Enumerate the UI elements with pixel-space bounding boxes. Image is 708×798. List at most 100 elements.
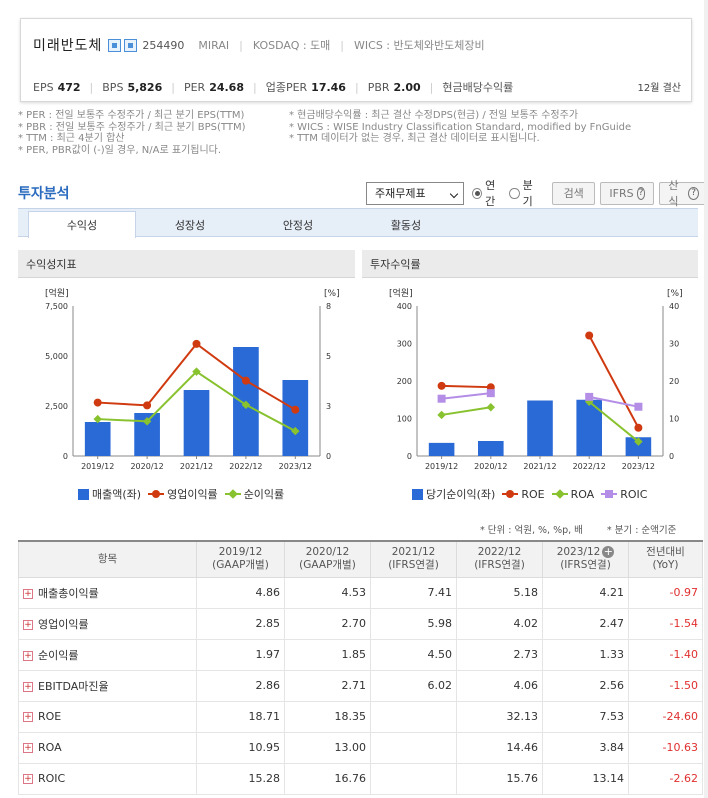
tab-stability[interactable]: 안정성 <box>244 211 352 238</box>
bar <box>527 400 553 456</box>
expand-plus-icon[interactable]: + <box>23 588 33 599</box>
metrics-row: EPS 472 | BPS 5,826 | PER 24.68 | 업종PER … <box>33 79 517 95</box>
header-sub: (GAAP개별) <box>299 559 356 572</box>
table-row: + ROE 18.71 18.35 32.13 7.53 -24.60 <box>18 700 703 733</box>
value-cell: 15.28 <box>196 762 285 795</box>
value-cell <box>370 762 457 795</box>
note-wics: * WICS : WISE Industry Classification St… <box>289 121 632 133</box>
yoy-cell: -10.63 <box>628 731 703 764</box>
legend-swatch <box>502 489 519 499</box>
profitability-legend: 매출액(좌) 영업이익률 순이익률 <box>78 486 291 502</box>
y2-tick-label: 40 <box>669 302 679 311</box>
company-header: 미래반도체 254490 MIRAI | KOSDAQ : 도매 | WICS … <box>20 18 692 102</box>
header-label: 2021/12 <box>391 546 436 559</box>
series-point <box>437 410 446 420</box>
value-cell: 3.84 <box>542 731 629 764</box>
scrollbar[interactable] <box>704 0 708 798</box>
radio-quarter-label: 분기 <box>522 179 533 208</box>
header-item: 항목 <box>18 540 197 578</box>
tab-activity[interactable]: 활동성 <box>352 211 460 238</box>
legend-swatch <box>412 488 423 500</box>
formula-button-label: 산식 <box>668 179 679 208</box>
profitability-chart: [억원] [%] 0 2,500 5,000 7,500 0 3 5 8 2019/12 2020/1… <box>45 287 340 471</box>
homepage-icon[interactable] <box>124 38 138 52</box>
value-cell: 5.18 <box>456 576 543 609</box>
metric-label-industry-per: 업종PER <box>265 81 308 94</box>
x-tick-label: 2021/12 <box>523 462 556 471</box>
expand-plus-icon[interactable]: + <box>23 650 33 661</box>
note-ttm: * TTM : 최근 4분기 합산 <box>18 133 125 144</box>
divider: | <box>89 80 94 94</box>
value-cell: 4.53 <box>284 576 371 609</box>
statement-select[interactable]: 주재무제표 <box>366 181 464 205</box>
value-cell: 4.50 <box>370 638 457 671</box>
x-tick-label: 2022/12 <box>573 462 606 471</box>
metric-value-eps: 472 <box>57 80 81 94</box>
legend-label: 영업이익률 <box>167 488 218 501</box>
search-button-label: 검색 <box>563 187 584 200</box>
radio-quarter[interactable] <box>509 187 520 199</box>
bar <box>428 442 455 456</box>
row-label-cell[interactable]: + 매출총이익률 <box>18 576 197 609</box>
radio-annual[interactable] <box>471 187 483 199</box>
expand-plus-icon[interactable]: + <box>23 619 33 630</box>
ifrs-help-button[interactable]: IFRS? <box>600 181 655 205</box>
value-cell: 2.85 <box>196 607 285 640</box>
y-tick-label: 0 <box>63 452 68 461</box>
metric-label-dividend-yield: 현금배당수익률 <box>442 81 514 94</box>
row-label-cell[interactable]: + ROA <box>18 731 197 764</box>
x-tick-label: 2022/12 <box>229 462 262 471</box>
controls-bar: 주재무제표 연간 분기 검색 IFRS? 산식? <box>366 177 708 209</box>
tab-growth[interactable]: 성장성 <box>136 211 244 238</box>
header-label: 항목 <box>97 552 118 565</box>
company-link-icon[interactable] <box>108 38 122 52</box>
table-header-row: 항목 2019/12 (GAAP개별) 2020/12 (GAAP개별) 2021/… <box>18 540 703 578</box>
value-cell: 4.02 <box>456 607 543 640</box>
row-label-cell[interactable]: + EBITDA마진율 <box>18 669 197 702</box>
series-point <box>486 389 495 398</box>
value-cell: 2.73 <box>456 638 543 671</box>
series-line <box>441 384 491 389</box>
expand-plus-icon[interactable]: + <box>23 774 33 784</box>
legend-item[interactable]: 당기순이익(좌) <box>412 486 495 502</box>
series-point <box>192 339 201 348</box>
bar <box>84 422 111 456</box>
expand-plus-icon[interactable]: + <box>602 546 615 559</box>
y2-tick-label: 30 <box>669 340 679 349</box>
legend-item[interactable]: 매출액(좌) <box>78 486 141 502</box>
header-2020: 2020/12 (GAAP개별) <box>284 540 371 578</box>
row-label-cell[interactable]: + 영업이익률 <box>18 607 197 640</box>
legend-item[interactable]: 영업이익률 <box>148 486 218 502</box>
row-label: EBITDA마진율 <box>38 679 109 693</box>
divider: | <box>171 80 175 94</box>
tab-profitability[interactable]: 수익성 <box>28 211 136 238</box>
expand-plus-icon[interactable]: + <box>23 681 33 692</box>
y-tick-label: 0 <box>407 452 412 461</box>
legend-label: ROE <box>521 487 545 501</box>
x-tick-label: 2023/12 <box>279 462 312 471</box>
legend-item[interactable]: 순이익률 <box>224 486 284 502</box>
y2-tick-label: 0 <box>669 452 674 461</box>
table-row: + 순이익률 1.97 1.85 4.50 2.73 1.33 -1.40 <box>18 638 703 671</box>
y-tick-label: 300 <box>397 340 412 349</box>
legend-item[interactable]: ROIC <box>601 488 647 501</box>
formula-help-button[interactable]: 산식? <box>659 179 708 208</box>
row-label-cell[interactable]: + ROE <box>18 700 197 733</box>
value-cell: 18.35 <box>284 700 371 733</box>
row-label-cell[interactable]: + ROIC <box>18 762 197 795</box>
value-cell: 4.21 <box>542 576 629 609</box>
expand-plus-icon[interactable]: + <box>23 743 33 753</box>
divider: | <box>239 38 243 52</box>
search-button[interactable]: 검색 <box>552 181 596 205</box>
row-label-cell[interactable]: + 순이익률 <box>18 638 197 671</box>
expand-plus-icon[interactable]: + <box>23 712 33 722</box>
legend-item[interactable]: ROE <box>502 487 545 501</box>
legend-item[interactable]: ROA <box>551 488 594 501</box>
stock-code: 254490 <box>142 38 185 52</box>
legend-swatch <box>148 489 165 499</box>
table-row: + ROA 10.95 13.00 14.46 3.84 -10.63 <box>18 731 703 764</box>
value-cell: 1.85 <box>284 638 371 671</box>
header-2022: 2022/12 (IFRS연결) <box>456 540 543 578</box>
return-panel-title: 투자수익률 <box>362 250 698 278</box>
metric-label-bps: BPS <box>102 80 124 94</box>
